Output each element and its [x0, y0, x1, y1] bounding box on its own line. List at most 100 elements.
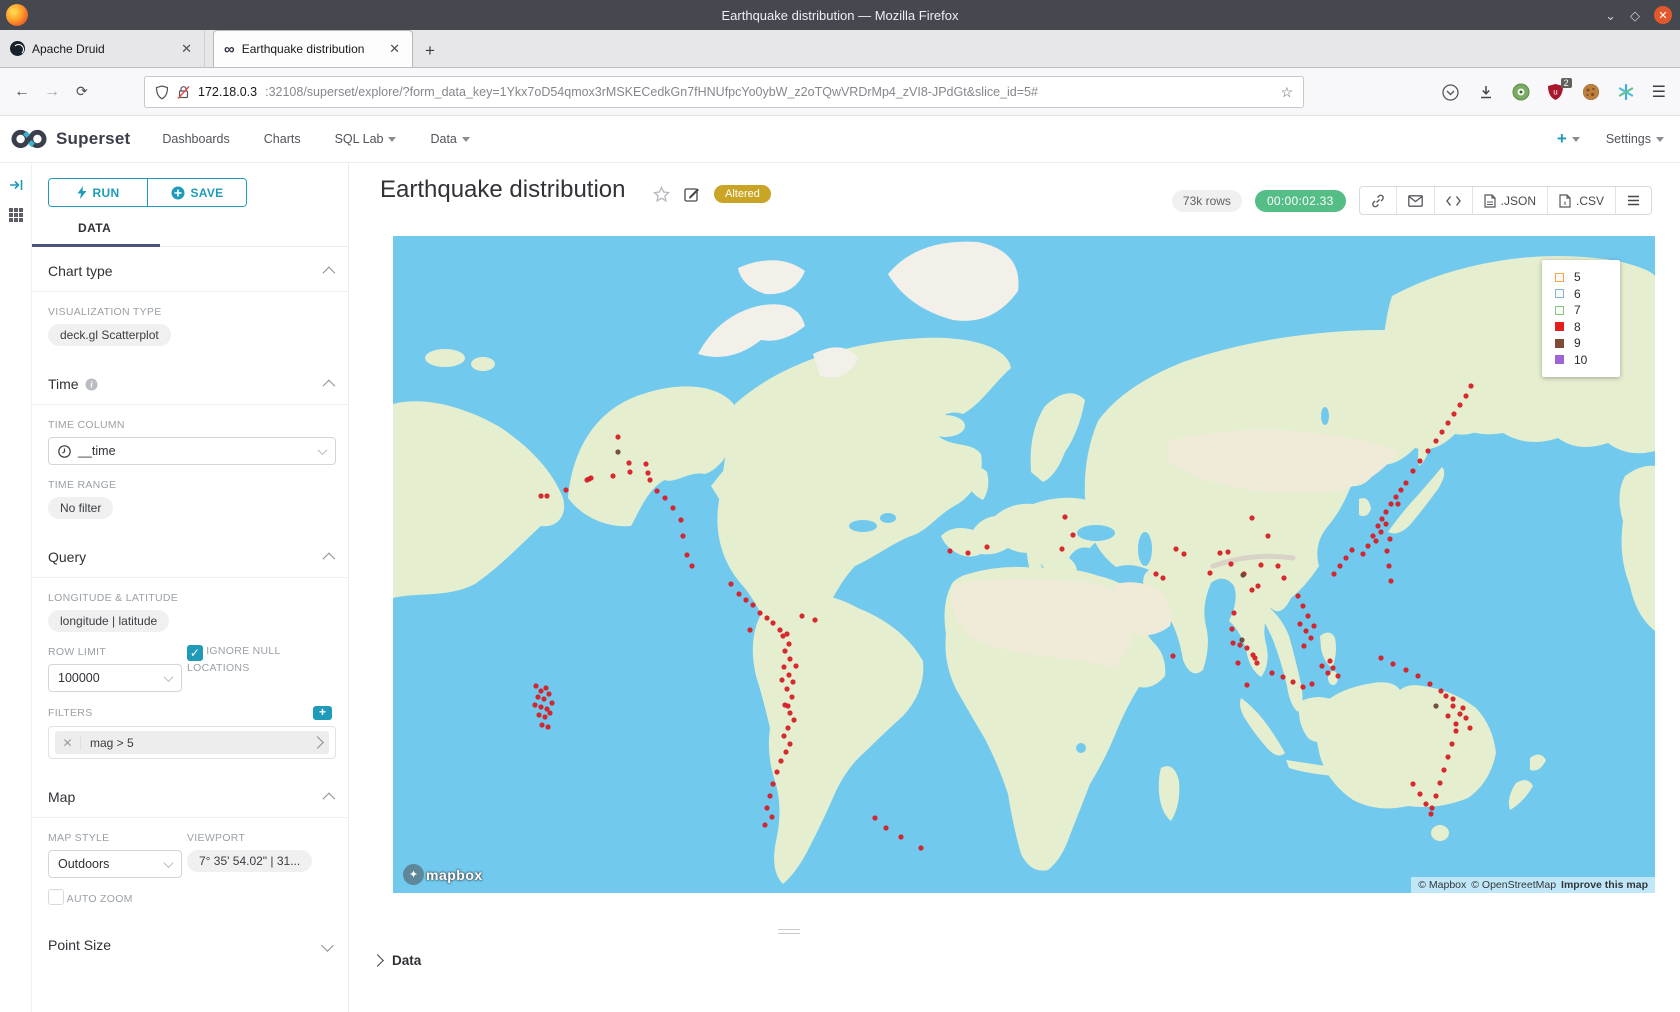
tab-data[interactable]: DATA	[78, 221, 348, 235]
legend-item[interactable]: 9	[1555, 335, 1620, 352]
attribution-improve-link[interactable]: Improve this map	[1561, 879, 1648, 891]
auto-zoom-control[interactable]: AUTO ZOOM	[48, 889, 187, 905]
url-path: :32108/superset/explore/?form_data_key=1…	[265, 85, 1272, 99]
reload-icon[interactable]: ⟳	[76, 83, 88, 100]
map-style-select[interactable]: Outdoors	[48, 850, 182, 878]
favorite-star-icon[interactable]	[653, 186, 670, 203]
shield-icon[interactable]	[155, 85, 169, 100]
caret-down-icon	[1656, 137, 1664, 142]
brand-name: Superset	[56, 129, 130, 149]
legend-swatch	[1555, 355, 1564, 364]
chart-actions-group: .JSON x .CSV	[1359, 186, 1652, 215]
attribution-osm[interactable]: © OpenStreetMap	[1471, 879, 1556, 891]
tab-close-icon[interactable]: ✕	[387, 41, 402, 57]
export-json-button[interactable]: .JSON	[1472, 187, 1547, 214]
nav-dashboards[interactable]: Dashboards	[162, 132, 229, 146]
forward-icon[interactable]: →	[44, 83, 60, 101]
link-icon	[1371, 194, 1385, 208]
superset-logo[interactable]: Superset	[8, 127, 130, 151]
collapse-panel-icon[interactable]	[8, 177, 24, 193]
mapbox-wordmark: mapbox	[426, 867, 483, 883]
cookie-icon[interactable]	[1582, 83, 1600, 101]
time-column-select[interactable]: __time	[48, 437, 336, 465]
tab-earthquake-distribution[interactable]: ∞ Earthquake distribution ✕	[213, 30, 413, 67]
save-button[interactable]: SAVE	[147, 179, 246, 206]
nav-sql-lab[interactable]: SQL Lab	[335, 132, 397, 146]
lonlat-label: LONGITUDE & LATITUDE	[48, 592, 348, 604]
section-map[interactable]: Map	[32, 773, 348, 817]
section-point-size[interactable]: Point Size	[32, 921, 348, 965]
pinwheel-icon[interactable]	[1617, 83, 1635, 101]
map-legend: 56 7 8910	[1542, 260, 1620, 377]
mapbox-logo[interactable]: ✦ mapbox	[403, 864, 483, 885]
privacy-icon[interactable]	[1512, 83, 1530, 101]
legend-item[interactable]: 6	[1555, 286, 1620, 303]
auto-zoom-checkbox[interactable]	[48, 889, 64, 905]
viz-type-label: VISUALIZATION TYPE	[48, 306, 348, 318]
nav-settings[interactable]: Settings	[1606, 132, 1664, 146]
window-close-icon[interactable]: ✕	[1654, 6, 1672, 24]
section-chart-type[interactable]: Chart type	[32, 247, 348, 291]
chart-menu-button[interactable]	[1615, 187, 1651, 214]
tab-apache-druid[interactable]: Apache Druid ✕	[0, 30, 205, 67]
deckgl-map[interactable]: 56 7 8910 ✦ mapbox © Mapbox © OpenStreetMa…	[393, 236, 1655, 893]
dataset-grid-icon[interactable]	[8, 207, 24, 223]
insecure-lock-icon[interactable]	[177, 85, 190, 100]
section-time[interactable]: Time i	[32, 360, 348, 404]
pocket-icon[interactable]	[1442, 83, 1460, 101]
data-section-toggle[interactable]: Data	[373, 953, 421, 968]
email-button[interactable]	[1396, 187, 1434, 214]
browser-toolbar: ← → ⟳ 172.18.0.3 :32108/superset/explore…	[0, 68, 1680, 116]
ignore-null-control[interactable]: ✓ IGNORE NULL LOCATIONS	[187, 644, 299, 692]
legend-swatch	[1555, 339, 1564, 348]
url-bar[interactable]: 172.18.0.3 :32108/superset/explore/?form…	[144, 76, 1304, 108]
edit-icon[interactable]	[684, 186, 700, 202]
legend-label: 6	[1574, 287, 1581, 301]
back-icon[interactable]: ←	[14, 83, 30, 101]
new-tab-icon[interactable]: +	[425, 41, 435, 61]
add-new-button[interactable]: +	[1557, 129, 1580, 149]
nav-charts[interactable]: Charts	[264, 132, 301, 146]
left-icon-strip	[0, 163, 32, 1012]
export-csv-button[interactable]: x .CSV	[1547, 187, 1615, 214]
tab-label: Apache Druid	[32, 42, 172, 56]
window-maximize-icon[interactable]: ◇	[1630, 9, 1640, 22]
file-csv-icon: x	[1559, 194, 1571, 208]
attribution-mapbox[interactable]: © Mapbox	[1418, 879, 1466, 891]
auto-zoom-label: AUTO ZOOM	[67, 893, 133, 905]
lonlat-value[interactable]: longitude | latitude	[48, 610, 169, 632]
download-icon[interactable]	[1477, 83, 1495, 101]
ignore-null-checkbox[interactable]: ✓	[187, 645, 203, 661]
tab-close-icon[interactable]: ✕	[179, 41, 194, 57]
adblock-shield-icon[interactable]: u 2	[1547, 83, 1565, 101]
filter-chip[interactable]: ✕ mag > 5	[55, 731, 329, 754]
bookmark-star-icon[interactable]: ☆	[1280, 84, 1293, 101]
legend-label: 7	[1574, 303, 1581, 317]
embed-code-button[interactable]	[1434, 187, 1472, 214]
map-style-label: MAP STYLE	[48, 832, 187, 844]
query-timer-badge: 00:00:02.33	[1255, 190, 1346, 212]
run-button[interactable]: RUN	[49, 179, 147, 206]
viewport-label: VIEWPORT	[187, 832, 312, 844]
section-query[interactable]: Query	[32, 533, 348, 577]
legend-item[interactable]: 8	[1555, 319, 1620, 336]
remove-filter-icon[interactable]: ✕	[55, 736, 81, 750]
time-column-label: TIME COLUMN	[48, 419, 348, 431]
legend-item[interactable]: 10	[1555, 352, 1620, 369]
time-range-value[interactable]: No filter	[48, 497, 113, 519]
panel-resize-handle[interactable]	[778, 926, 800, 937]
legend-item[interactable]: 5	[1555, 269, 1620, 286]
chevron-up-icon	[323, 266, 336, 279]
legend-item[interactable]: 7	[1555, 302, 1620, 319]
legend-label: 10	[1574, 353, 1587, 367]
bolt-icon	[77, 186, 87, 199]
viewport-value[interactable]: 7° 35' 54.02" | 31...	[187, 850, 312, 872]
share-link-button[interactable]	[1360, 187, 1396, 214]
row-limit-select[interactable]: 100000	[48, 664, 182, 692]
add-filter-button[interactable]: +	[313, 706, 332, 720]
menu-icon[interactable]: ☰	[1652, 82, 1666, 102]
window-minimize-icon[interactable]: ⌄	[1605, 9, 1616, 22]
chevron-right-icon	[311, 736, 324, 749]
viz-type-value[interactable]: deck.gl Scatterplot	[48, 324, 171, 346]
nav-data[interactable]: Data	[430, 132, 469, 146]
